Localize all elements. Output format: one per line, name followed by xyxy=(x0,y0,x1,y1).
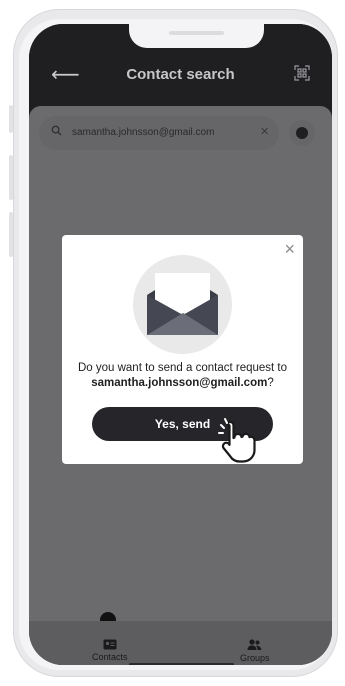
dialog-message: Do you want to send a contact request to… xyxy=(70,361,295,391)
contact-request-dialog: × Do you want to send a contact request … xyxy=(62,235,303,464)
close-icon[interactable]: × xyxy=(284,239,295,260)
tab-groups[interactable]: Groups xyxy=(240,639,270,663)
groups-icon xyxy=(247,639,262,650)
page-title: Contact search xyxy=(126,66,235,83)
envelope-illustration xyxy=(133,255,232,354)
pointer-hand-icon xyxy=(218,418,256,463)
speaker xyxy=(169,31,224,35)
search-button[interactable] xyxy=(289,120,315,146)
dialog-email: samantha.johnsson@gmail.com xyxy=(91,377,268,389)
bottom-tab-bar xyxy=(29,621,332,665)
search-button-icon xyxy=(296,127,308,139)
phone-side-button xyxy=(9,155,13,200)
phone-side-button xyxy=(9,212,13,257)
search-field[interactable]: samantha.johnsson@gmail.com × xyxy=(39,116,279,150)
contact-card-icon xyxy=(103,639,117,650)
envelope-icon xyxy=(147,273,218,335)
search-input[interactable]: samantha.johnsson@gmail.com xyxy=(72,127,214,138)
tab-contacts[interactable]: Contacts xyxy=(92,639,128,662)
tab-groups-label: Groups xyxy=(240,653,270,663)
qr-scan-icon[interactable] xyxy=(294,65,310,81)
notch xyxy=(129,24,264,48)
tab-contacts-label: Contacts xyxy=(92,652,128,662)
phone-side-button xyxy=(9,105,13,133)
clear-icon[interactable]: × xyxy=(260,123,269,140)
search-icon xyxy=(51,125,62,136)
home-indicator[interactable] xyxy=(129,663,234,665)
dialog-message-text: Do you want to send a contact request to xyxy=(77,362,288,374)
dialog-message-suffix: ? xyxy=(267,377,274,389)
